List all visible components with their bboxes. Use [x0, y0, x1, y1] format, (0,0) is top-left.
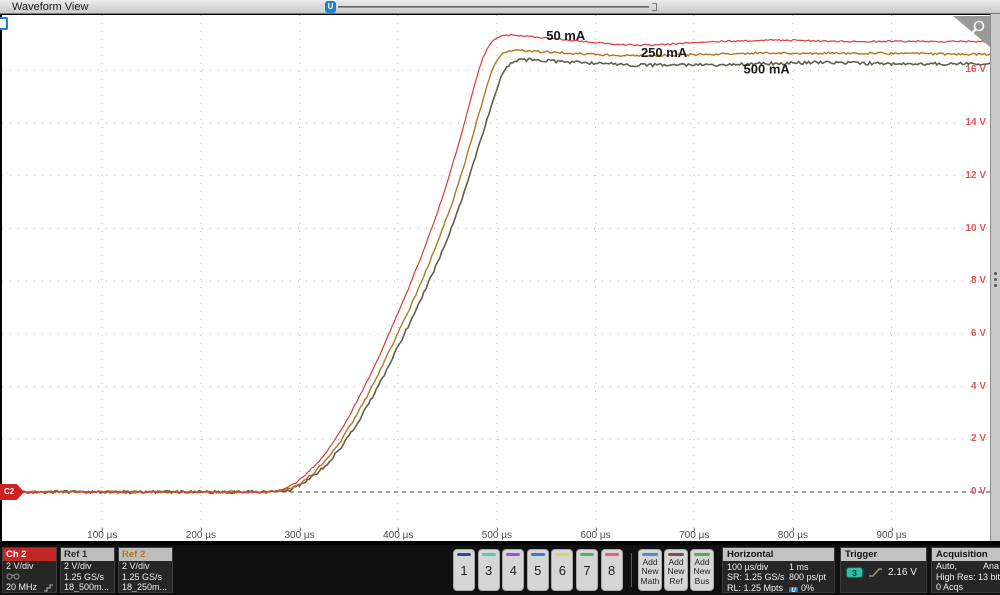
staircase-icon: [43, 583, 53, 592]
horizontal-record-length: RL: 1.25 Mpts: [727, 583, 789, 593]
waveform-plot[interactable]: 50 mA 250 mA 500 mA 0 V 2 V 4 V 6 V 8 V 10 V 12 …: [2, 15, 990, 541]
channel-badge-ref-1[interactable]: Ref 12 V/div1.25 GS/s18_500m...: [60, 547, 115, 593]
x-axis-label: 600 µs: [580, 528, 610, 541]
y-axis-label: 10 V: [965, 223, 986, 234]
y-axis-label: 6 V: [971, 328, 986, 339]
add-new-ref-button[interactable]: Add New Ref: [664, 549, 688, 591]
rising-edge-icon: [868, 566, 883, 578]
add-new-math-button[interactable]: Add New Math: [638, 549, 662, 591]
add-color-stripe: [642, 553, 658, 556]
channel-color-stripe: [555, 553, 569, 556]
channel-scale: 2 V/div: [119, 561, 172, 572]
waveform-view-titlebar[interactable]: Waveform View U: [0, 0, 1000, 14]
y-axis-label: 14 V: [965, 117, 986, 128]
channel-badge-header: Ref 2: [119, 548, 172, 561]
y-axis-label: 8 V: [971, 275, 986, 286]
trigger-source-badge[interactable]: 3: [846, 567, 863, 578]
pan-position-icon[interactable]: U: [325, 1, 336, 13]
channel-scale: 2 V/div: [61, 561, 114, 572]
x-axis-label: 200 µs: [186, 528, 216, 541]
channel-button-7[interactable]: 7: [576, 549, 598, 591]
channel-color-stripe: [482, 553, 496, 556]
y-axis-label: 2 V: [971, 433, 986, 444]
button-group-divider: [631, 553, 632, 587]
trace-500-ma: [4, 58, 990, 493]
x-axis-label: 700 µs: [679, 528, 709, 541]
channel-button-5[interactable]: 5: [527, 549, 549, 591]
x-axis-label: 300 µs: [284, 528, 314, 541]
horizontal-pan-slider[interactable]: U: [325, 0, 657, 14]
add-new-bus-button[interactable]: Add New Bus: [690, 549, 714, 591]
channel-color-stripe: [580, 553, 594, 556]
channel-button-3[interactable]: 3: [478, 549, 500, 591]
trigger-level: 2.16 V: [888, 567, 917, 578]
channel-badge-ch-2[interactable]: Ch 22 V/div 20 MHz: [2, 547, 57, 593]
x-axis-label: 800 µs: [778, 528, 808, 541]
acquisition-panel-header: Acquisition: [932, 548, 1000, 561]
ref-file-name: 18_500m...: [61, 582, 114, 593]
probe-icon: [6, 572, 20, 580]
x-axis-label: 100 µs: [87, 528, 117, 541]
pan-position-icon: U: [789, 587, 798, 593]
waveform-view-title: Waveform View: [12, 0, 88, 14]
channel-badge-header: Ref 1: [61, 548, 114, 561]
channel-color-stripe: [457, 553, 471, 556]
acquisition-mode-extra: Ana: [983, 561, 999, 572]
horizontal-resolution: 800 ps/pt: [789, 572, 834, 582]
channel-scale: 2 V/div: [3, 561, 56, 572]
horizontal-panel[interactable]: Horizontal 100 µs/div 1 ms SR: 1.25 GS/s…: [722, 547, 835, 593]
channel-button-4[interactable]: 4: [502, 549, 524, 591]
channel-button-8[interactable]: 8: [601, 549, 623, 591]
horizontal-sample-rate: SR: 1.25 GS/s: [727, 572, 789, 582]
oscilloscope-screen: Waveform View U 50 mA 250 mA 500 mA 0 V 2 V…: [0, 0, 1000, 595]
x-axis-label: 400 µs: [383, 528, 413, 541]
pan-slider-track[interactable]: [338, 6, 649, 8]
channel-color-stripe: [605, 553, 619, 556]
trace-label: 250 mA: [641, 45, 688, 60]
ref-sample-rate: 1.25 GS/s: [119, 572, 172, 583]
pan-slider-end-bracket: [652, 3, 657, 11]
horizontal-scale: 100 µs/div: [727, 562, 789, 572]
y-axis-label: 12 V: [965, 170, 986, 181]
trigger-panel[interactable]: Trigger 3 2.16 V: [840, 547, 927, 593]
add-color-stripe: [694, 553, 710, 556]
acquisition-panel[interactable]: Acquisition Auto, Ana High Res: 13 bit 0…: [931, 547, 1000, 593]
channel-color-stripe: [531, 553, 545, 556]
scrollbar-grip-icon[interactable]: [994, 272, 997, 275]
acquisition-mode: Auto,: [936, 561, 957, 572]
x-axis-label: 900 µs: [876, 528, 906, 541]
channel-button-6[interactable]: 6: [551, 549, 573, 591]
channel-color-stripe: [506, 553, 520, 556]
channel-badge-ref-2[interactable]: Ref 22 V/div1.25 GS/s18_250m...: [118, 547, 173, 593]
waveform-canvas[interactable]: 50 mA 250 mA 500 mA: [2, 15, 990, 528]
y-axis-label: 0 V: [971, 486, 986, 497]
acquisition-detail: High Res: 13 bit: [932, 572, 1000, 583]
horizontal-duration: 1 ms: [789, 562, 834, 572]
ref-sample-rate: 1.25 GS/s: [61, 572, 114, 583]
channel-bandwidth: 20 MHz: [6, 582, 37, 593]
trace-label: 50 mA: [546, 28, 586, 43]
horizontal-panel-header: Horizontal: [723, 548, 834, 561]
vertical-scrollbar[interactable]: [990, 14, 1000, 541]
x-axis-label: 500 µs: [482, 528, 512, 541]
bottom-settings-bar: Ch 22 V/div20 MHzRef 12 V/div1.25 GS/s18…: [0, 545, 1000, 595]
trace-label: 500 mA: [744, 62, 791, 77]
y-axis-label: 16 V: [965, 64, 986, 75]
acquisition-count: 0 Acqs: [932, 582, 1000, 593]
add-color-stripe: [668, 553, 684, 556]
horizontal-position: U0%: [789, 583, 834, 593]
channel-button-1[interactable]: 1: [453, 549, 475, 591]
y-axis-label: 4 V: [971, 381, 986, 392]
time-axis: 100 µs 200 µs 300 µs 400 µs 500 µs 600 µs 700 …: [2, 528, 990, 541]
ref-file-name: 18_250m...: [119, 582, 172, 593]
trigger-position-icon[interactable]: [0, 17, 8, 30]
channel-badge-header: Ch 2: [3, 548, 56, 561]
trigger-panel-header: Trigger: [841, 548, 926, 561]
